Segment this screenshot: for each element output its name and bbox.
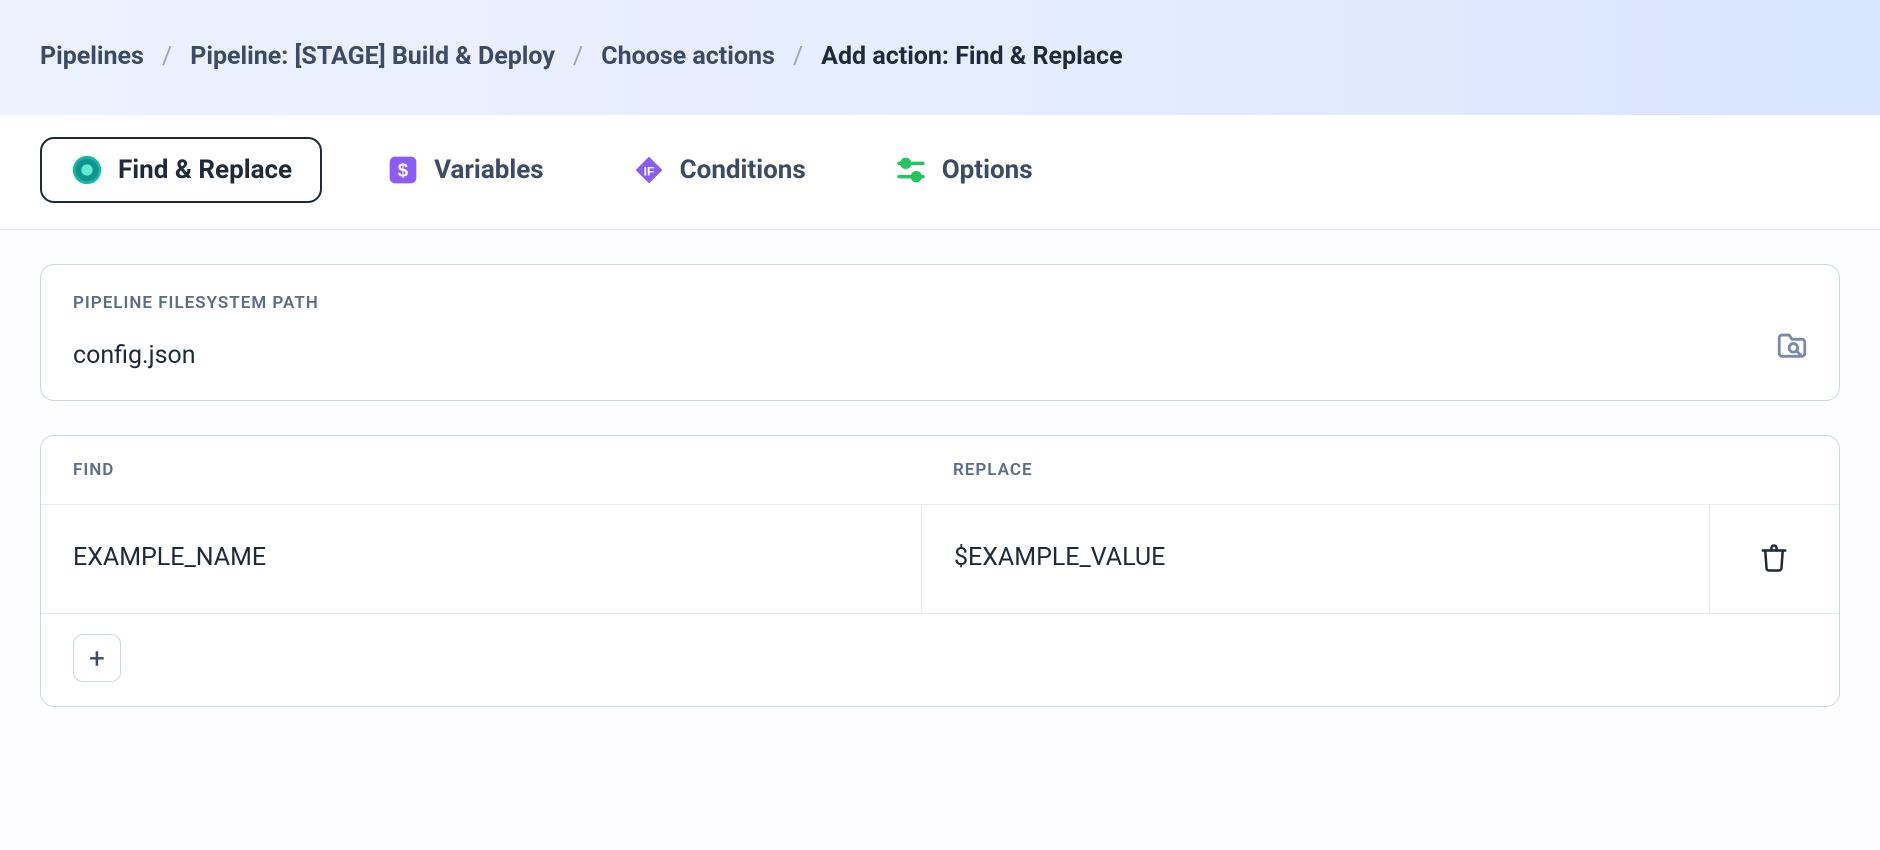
tab-label: Variables	[434, 155, 544, 185]
options-icon	[894, 153, 928, 187]
conditions-icon: IF	[632, 153, 666, 187]
svg-text:IF: IF	[643, 164, 654, 178]
tab-options[interactable]: Options	[870, 137, 1057, 203]
add-row-region: +	[41, 614, 1839, 706]
breadcrumb: Pipelines / Pipeline: [STAGE] Build & De…	[40, 42, 1123, 71]
content-area: PIPELINE FILESYSTEM PATH config.json FIN…	[0, 230, 1880, 775]
filesystem-path-label: PIPELINE FILESYSTEM PATH	[73, 293, 1807, 313]
browse-filesystem-button[interactable]	[1775, 329, 1811, 365]
find-column-header: FIND	[41, 460, 921, 480]
breadcrumb-separator: /	[162, 42, 172, 71]
find-replace-icon	[70, 153, 104, 187]
breadcrumb-pipeline[interactable]: Pipeline: [STAGE] Build & Deploy	[190, 42, 555, 71]
tab-conditions[interactable]: IF Conditions	[608, 137, 830, 203]
tabs: Find & Replace $ Variables IF Conditions	[0, 115, 1880, 230]
filesystem-path-input[interactable]: config.json	[73, 341, 1807, 370]
filesystem-path-panel: PIPELINE FILESYSTEM PATH config.json	[40, 264, 1840, 401]
find-replace-header: FIND REPLACE	[41, 436, 1839, 505]
variables-icon: $	[386, 153, 420, 187]
svg-text:$: $	[398, 160, 409, 181]
replace-input[interactable]: $EXAMPLE_VALUE	[921, 505, 1709, 613]
find-replace-row: EXAMPLE_NAME $EXAMPLE_VALUE	[41, 505, 1839, 614]
breadcrumb-pipelines[interactable]: Pipelines	[40, 42, 144, 71]
find-replace-panel: FIND REPLACE EXAMPLE_NAME $EXAMPLE_VALUE…	[40, 435, 1840, 707]
find-input[interactable]: EXAMPLE_NAME	[41, 505, 921, 613]
tab-label: Options	[942, 155, 1033, 185]
breadcrumb-choose-actions[interactable]: Choose actions	[601, 42, 775, 71]
folder-search-icon	[1775, 329, 1809, 363]
trash-icon	[1759, 543, 1789, 573]
breadcrumb-current: Add action: Find & Replace	[821, 42, 1122, 71]
plus-icon: +	[89, 642, 105, 675]
delete-row-cell	[1709, 505, 1839, 613]
delete-row-button[interactable]	[1759, 543, 1791, 575]
tab-label: Find & Replace	[118, 155, 292, 185]
tab-find-replace[interactable]: Find & Replace	[40, 137, 322, 203]
tab-label: Conditions	[680, 155, 806, 185]
breadcrumb-separator: /	[573, 42, 583, 71]
tab-variables[interactable]: $ Variables	[362, 137, 568, 203]
add-row-button[interactable]: +	[73, 634, 121, 682]
breadcrumb-header: Pipelines / Pipeline: [STAGE] Build & De…	[0, 0, 1880, 115]
breadcrumb-separator: /	[793, 42, 803, 71]
replace-column-header: REPLACE	[921, 460, 1839, 480]
